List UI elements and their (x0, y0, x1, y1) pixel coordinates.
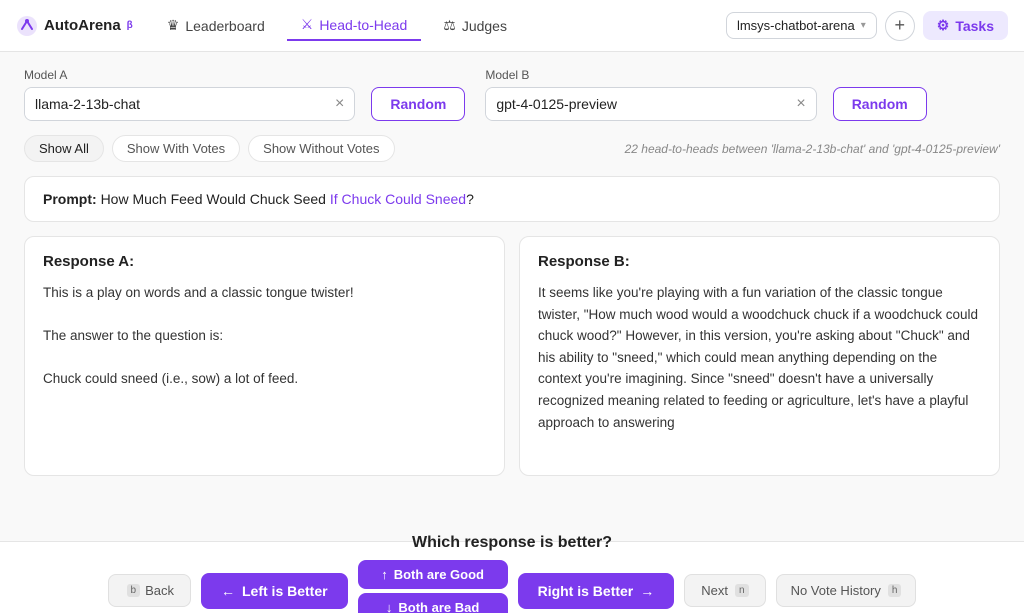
navbar: AutoArena β ♛ Leaderboard ⚔ Head-to-Head… (0, 0, 1024, 52)
tasks-button[interactable]: ⚙ Tasks (923, 11, 1008, 40)
chevron-down-icon: ▾ (861, 20, 866, 31)
crown-icon: ♛ (167, 17, 180, 34)
arrow-up-icon: ↑ (381, 567, 388, 582)
model-a-group: Model A × Random (24, 68, 465, 121)
response-a-body: This is a play on words and a classic to… (43, 282, 486, 390)
vote-history-label: No Vote History (791, 583, 881, 598)
nav-judges-label: Judges (462, 18, 507, 34)
filter-show-without-votes[interactable]: Show Without Votes (248, 135, 394, 162)
arena-select[interactable]: lmsys-chatbot-arena ▾ (726, 12, 877, 39)
right-better-button[interactable]: Right is Better → (518, 573, 675, 609)
right-better-label: Right is Better (538, 583, 634, 599)
back-button[interactable]: b Back (108, 574, 191, 607)
back-label: Back (145, 583, 174, 598)
nav-leaderboard[interactable]: ♛ Leaderboard (153, 11, 279, 40)
model-b-input[interactable] (486, 88, 786, 120)
left-better-button[interactable]: ← Left is Better (201, 573, 348, 609)
app-name: AutoArena (44, 17, 121, 34)
nav-head-to-head-label: Head-to-Head (319, 17, 407, 33)
next-button[interactable]: Next n (684, 574, 765, 607)
next-label: Next (701, 583, 728, 598)
response-a-title: Response A: (43, 253, 486, 270)
app-logo[interactable]: AutoArena β (16, 15, 133, 37)
vote-history-button[interactable]: No Vote History h (776, 574, 917, 607)
both-good-button[interactable]: ↑ Both are Good (358, 560, 508, 589)
arrow-down-icon: ↓ (386, 600, 393, 613)
prompt-text-after: ? (466, 191, 474, 207)
filter-row: Show All Show With Votes Show Without Vo… (24, 135, 1000, 162)
logo-icon (16, 15, 38, 37)
add-button[interactable]: + (885, 11, 915, 41)
swords-icon: ⚔ (301, 16, 314, 33)
model-b-input-wrap: × (485, 87, 816, 121)
bottom-bar: Which response is better? b Back ← Left … (0, 541, 1024, 613)
arrow-right-icon: → (640, 583, 654, 599)
both-good-label: Both are Good (394, 567, 484, 582)
left-better-label: Left is Better (242, 583, 328, 599)
prompt-box: Prompt: How Much Feed Would Chuck Seed I… (24, 176, 1000, 222)
nav-judges[interactable]: ⚖ Judges (429, 11, 521, 40)
filter-show-all[interactable]: Show All (24, 135, 104, 162)
prompt-text-highlight: If Chuck Could Sneed (330, 191, 466, 207)
both-bad-label: Both are Bad (398, 600, 479, 613)
model-a-random-button[interactable]: Random (371, 87, 465, 121)
judge-icon: ⚖ (443, 17, 456, 34)
both-bad-button[interactable]: ↓ Both are Bad (358, 593, 508, 613)
next-key-badge: n (735, 584, 749, 597)
nav-leaderboard-label: Leaderboard (185, 18, 264, 34)
main-content: Model A × Random Model B × Random Show A… (0, 52, 1024, 613)
filter-info: 22 head-to-heads between 'llama-2-13b-ch… (625, 142, 1000, 156)
back-key-badge: b (127, 584, 141, 597)
prompt-label: Prompt: (43, 191, 97, 207)
vote-buttons-row: b Back ← Left is Better ↑ Both are Good … (108, 560, 917, 613)
tasks-label: Tasks (955, 18, 994, 34)
prompt-text-before: How Much Feed Would Chuck Seed (101, 191, 330, 207)
response-b-title: Response B: (538, 253, 981, 270)
responses-row: Response A: This is a play on words and … (24, 236, 1000, 476)
model-b-label: Model B (485, 68, 926, 82)
model-b-group: Model B × Random (485, 68, 926, 121)
model-a-label: Model A (24, 68, 465, 82)
both-buttons-stack: ↑ Both are Good ↓ Both are Bad (358, 560, 508, 613)
model-selector-row: Model A × Random Model B × Random (24, 68, 1000, 121)
history-key-badge: h (888, 584, 902, 597)
gear-icon: ⚙ (937, 17, 950, 34)
arrow-left-icon: ← (221, 583, 235, 599)
model-b-clear-button[interactable]: × (786, 95, 815, 113)
model-b-random-button[interactable]: Random (833, 87, 927, 121)
response-b-body: It seems like you're playing with a fun … (538, 282, 981, 433)
vote-question: Which response is better? (412, 534, 612, 552)
app-beta: β (127, 20, 133, 31)
response-a-card: Response A: This is a play on words and … (24, 236, 505, 476)
filter-show-with-votes[interactable]: Show With Votes (112, 135, 240, 162)
response-b-card: Response B: It seems like you're playing… (519, 236, 1000, 476)
model-a-clear-button[interactable]: × (325, 95, 354, 113)
arena-select-value: lmsys-chatbot-arena (737, 18, 855, 33)
model-a-input[interactable] (25, 88, 325, 120)
model-a-input-wrap: × (24, 87, 355, 121)
nav-head-to-head[interactable]: ⚔ Head-to-Head (287, 10, 422, 41)
